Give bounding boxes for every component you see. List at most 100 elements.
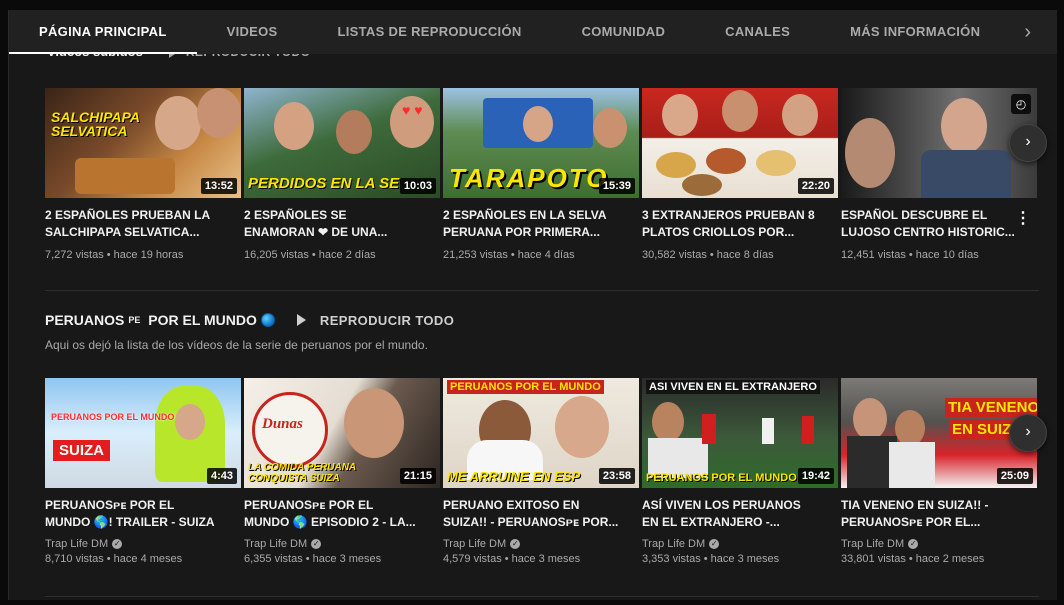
thumbnail-text: PERUANOS POR EL MUNDO [51, 412, 175, 422]
video-meta: 8,710 vistas • hace 4 meses [45, 553, 183, 565]
play-icon [296, 314, 306, 326]
section-description: Aqui os dejó la lista de los vídeos de l… [45, 338, 428, 352]
video-card[interactable]: SALCHIPAPA SELVATICA 13:52 2 ESPAÑOLES P… [45, 88, 241, 261]
person-shape [155, 96, 201, 150]
video-title[interactable]: ASÍ VIVEN LOS PERUANOS EN EL EXTRANJERO -… [642, 497, 838, 531]
video-meta: 6,355 vistas • hace 3 meses [244, 553, 382, 565]
video-thumbnail[interactable]: PERUANOS POR EL MUNDO SUIZA 4:43 [45, 378, 241, 488]
chevron-right-icon[interactable]: › [1024, 10, 1057, 54]
video-title[interactable]: PERUANOSᴘᴇ POR EL MUNDO 🌎! TRAILER - SUIZ… [45, 497, 241, 531]
video-title-line: EN EL EXTRANJERO -... [642, 515, 780, 529]
person-shape [274, 102, 314, 150]
tab-channels[interactable]: CANALES [695, 10, 820, 54]
video-meta: 21,253 vistas • hace 4 días [443, 249, 575, 261]
video-meta: 3,353 vistas • hace 3 meses [642, 553, 780, 565]
video-card[interactable]: ◴ ESPAÑOL DESCUBRE EL LUJOSO CENTRO HISTO… [841, 88, 1037, 261]
plate-shape [682, 174, 722, 196]
video-card[interactable]: ♥ ♥ PERDIDOS EN LA SE 10:03 2 ESPAÑOLES … [244, 88, 440, 261]
section-playlist-header: PERUANOS PE POR EL MUNDO REPRODUCIR TODO [45, 312, 454, 328]
verified-icon: ✓ [311, 539, 322, 549]
section-divider [45, 290, 1039, 291]
more-options-icon[interactable]: ⋮ [1015, 208, 1031, 228]
video-title[interactable]: 2 ESPAÑOLES EN LA SELVA PERUANA POR PRIME… [443, 207, 639, 241]
video-card[interactable]: PERUANOS POR EL MUNDO SUIZA 4:43 PERUANO… [45, 378, 241, 565]
tab-community[interactable]: COMUNIDAD [552, 10, 696, 54]
video-card[interactable]: TARAPOTO 15:39 2 ESPAÑOLES EN LA SELVA PE… [443, 88, 639, 261]
uploads-shelf: SALCHIPAPA SELVATICA 13:52 2 ESPAÑOLES P… [45, 88, 1037, 261]
channel-link[interactable]: Trap Life DM ✓ [45, 538, 241, 550]
shelf-next-button[interactable]: › [1009, 124, 1047, 162]
video-card[interactable]: Dunas LA COMIDA PERUANA CONQUISTA SUIZA … [244, 378, 440, 565]
channel-link[interactable]: Trap Life DM ✓ [244, 538, 440, 550]
video-title-line: PERUANOSᴘᴇ POR EL... [841, 515, 981, 529]
video-title-line: 2 ESPAÑOLES PRUEBAN LA [45, 208, 211, 222]
video-thumbnail[interactable]: 22:20 [642, 88, 838, 198]
video-title-line: MUNDO 🌎! TRAILER - SUIZA [45, 515, 215, 529]
video-title-line: 3 EXTRANJEROS PRUEBAN 8 [642, 208, 815, 222]
person-shape [722, 90, 758, 132]
video-thumbnail[interactable]: ♥ ♥ PERDIDOS EN LA SE 10:03 [244, 88, 440, 198]
player-shape [802, 416, 814, 444]
video-title-line: SUIZA!! - PERUANOSᴘᴇ POR... [443, 515, 619, 529]
video-title[interactable]: 2 ESPAÑOLES SE ENAMORAN ❤ DE UNA... [244, 207, 440, 241]
video-title[interactable]: 3 EXTRANJEROS PRUEBAN 8 PLATOS CRIOLLOS P… [642, 207, 838, 241]
video-thumbnail[interactable]: ASI VIVEN EN EL EXTRANJERO PERUANOS POR … [642, 378, 838, 488]
channel-link[interactable]: Trap Life DM ✓ [642, 538, 838, 550]
video-duration: 4:43 [206, 468, 237, 484]
video-meta: 30,582 vistas • hace 8 días [642, 249, 774, 261]
video-title-line: ASÍ VIVEN LOS PERUANOS [642, 498, 801, 512]
video-duration: 23:58 [598, 468, 635, 484]
tab-home[interactable]: PÁGINA PRINCIPAL [9, 10, 197, 54]
tab-videos[interactable]: VIDEOS [197, 10, 308, 54]
video-thumbnail[interactable]: Dunas LA COMIDA PERUANA CONQUISTA SUIZA … [244, 378, 440, 488]
video-title[interactable]: PERUANOSᴘᴇ POR EL MUNDO 🌎 EPISODIO 2 - LA… [244, 497, 440, 531]
section-divider [45, 596, 1039, 597]
thumbnail-text: TARAPOTO [449, 163, 609, 193]
shelf-next-button[interactable]: › [1009, 414, 1047, 452]
video-title[interactable]: ESPAÑOL DESCUBRE EL LUJOSO CENTRO HISTORI… [841, 207, 1037, 241]
video-thumbnail[interactable]: PERUANOS POR EL MUNDO ME ARRUINE EN ESP … [443, 378, 639, 488]
thumbnail-text: ASI VIVEN EN EL EXTRANJERO [646, 380, 820, 394]
video-card[interactable]: 22:20 3 EXTRANJEROS PRUEBAN 8 PLATOS CRIO… [642, 88, 838, 261]
channel-name: Trap Life DM [45, 538, 109, 550]
watch-later-icon[interactable]: ◴ [1011, 94, 1031, 114]
person-shape [336, 110, 372, 154]
channel-link[interactable]: Trap Life DM ✓ [841, 538, 1037, 550]
video-card[interactable]: PERUANOS POR EL MUNDO ME ARRUINE EN ESP … [443, 378, 639, 565]
video-title-line: MUNDO 🌎 EPISODIO 2 - LA... [244, 515, 416, 529]
tab-playlists[interactable]: LISTAS DE REPRODUCCIÓN [308, 10, 552, 54]
video-duration: 22:20 [797, 178, 834, 194]
person-shape [895, 410, 925, 446]
video-title[interactable]: TIA VENENO EN SUIZA!! - PERUANOSᴘᴇ POR EL… [841, 497, 1037, 531]
video-title-line: ENAMORAN ❤ DE UNA... [244, 225, 388, 239]
plate-shape [756, 150, 796, 176]
video-thumbnail[interactable]: TIA VENENO EN SUIZA 25:09 [841, 378, 1037, 488]
video-meta: 7,272 vistas • hace 19 horas [45, 249, 184, 261]
video-thumbnail[interactable]: TARAPOTO 15:39 [443, 88, 639, 198]
person-shape [344, 388, 404, 458]
video-thumbnail[interactable]: SALCHIPAPA SELVATICA 13:52 [45, 88, 241, 198]
video-thumbnail[interactable]: ◴ [841, 88, 1037, 198]
tab-about[interactable]: MÁS INFORMACIÓN [820, 10, 1010, 54]
video-title-line: PERUANOSᴘᴇ POR EL [244, 498, 374, 512]
video-title-line: PERUANOSᴘᴇ POR EL [45, 498, 175, 512]
video-title-line: 2 ESPAÑOLES EN LA SELVA [443, 208, 607, 222]
verified-icon: ✓ [908, 539, 919, 549]
video-card[interactable]: TIA VENENO EN SUIZA 25:09 TIA VENENO EN … [841, 378, 1037, 565]
heart-icon: ♥ ♥ [402, 102, 423, 118]
channel-link[interactable]: Trap Life DM ✓ [443, 538, 639, 550]
verified-icon: ✓ [709, 539, 720, 549]
section-title-small: PE [128, 315, 141, 325]
play-all-button[interactable]: REPRODUCIR TODO [296, 313, 454, 328]
thumbnail-text: ME ARRUINE EN ESP [447, 469, 581, 484]
person-shape [662, 94, 698, 136]
channel-name: Trap Life DM [841, 538, 905, 550]
video-title[interactable]: PERUANO EXITOSO EN SUIZA!! - PERUANOSᴘᴇ P… [443, 497, 639, 531]
thumbnail-text: PERUANOS POR EL MUNDO [646, 472, 797, 484]
video-title[interactable]: 2 ESPAÑOLES PRUEBAN LA SALCHIPAPA SELVATI… [45, 207, 241, 241]
video-duration: 25:09 [996, 468, 1033, 484]
person-shape [941, 98, 987, 154]
section-title[interactable]: PERUANOS PE POR EL MUNDO [45, 312, 275, 328]
thumbnail-text: SALCHIPAPA SELVATICA [51, 109, 140, 139]
video-card[interactable]: ASI VIVEN EN EL EXTRANJERO PERUANOS POR … [642, 378, 838, 565]
